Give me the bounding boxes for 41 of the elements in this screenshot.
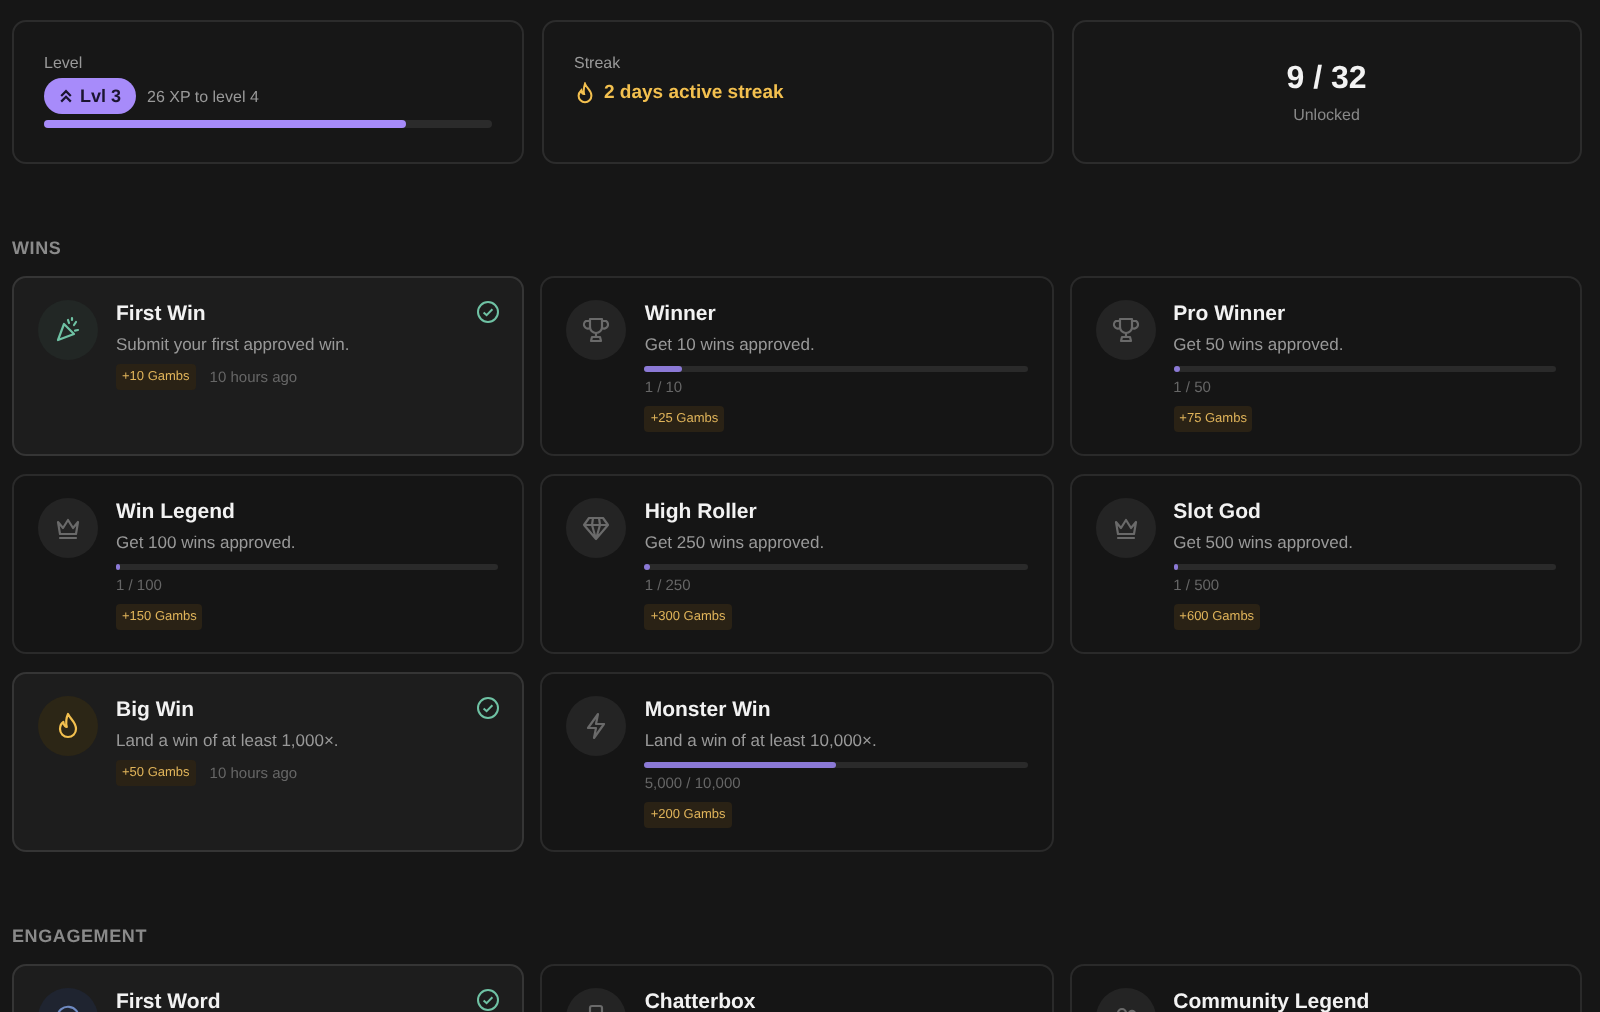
achievement-title: First Win [116, 302, 206, 326]
chevrons-up-icon [58, 88, 74, 104]
check-circle-icon [476, 300, 501, 324]
achievement-title: Community Legend [1173, 990, 1370, 1012]
achievement-description: Submit your first approved win. [116, 334, 350, 354]
section-title: WINS [12, 238, 64, 258]
achievement-title: Pro Winner [1173, 302, 1286, 326]
achievement-title: High Roller [644, 500, 757, 524]
unlocked-label: Unlocked [1293, 105, 1360, 123]
achievement-title: Chatterbox [644, 990, 756, 1012]
stat-label: Streak [574, 54, 621, 72]
xp-text: 26 XP to level 4 [147, 87, 259, 105]
level-badge: Lvl 3 [44, 78, 136, 114]
achievement-icon [38, 498, 98, 558]
unlocked-count: 9 / 32 [1286, 61, 1367, 97]
check-circle-icon [476, 696, 501, 720]
achievement-description: Get 10 wins approved. [644, 334, 815, 354]
flame-icon [574, 82, 596, 104]
achievement-icon [38, 300, 98, 360]
streak-text: 2 days active streak [604, 82, 784, 104]
stat-label: Level [44, 54, 83, 72]
achievement-description: Get 100 wins approved. [116, 532, 296, 552]
achievement-title: Big Win [116, 698, 194, 722]
achievement-title: Slot God [1173, 500, 1261, 524]
achievement-title: First Word [116, 990, 221, 1012]
achievement-title: Winner [644, 302, 716, 326]
achievement-description: Get 500 wins approved. [1173, 532, 1353, 552]
achievement-description: Get 50 wins approved. [1173, 334, 1344, 354]
achievement-icon [566, 300, 627, 360]
achievement-description: Land a win of at least 10,000×. [644, 730, 877, 750]
achievement-icon [566, 498, 627, 558]
achievement-icon [1095, 498, 1156, 558]
achievement-icon [566, 696, 627, 756]
achievement-title: Monster Win [644, 698, 771, 722]
achievement-description: Get 250 wins approved. [644, 532, 825, 552]
achievement-title: Win Legend [116, 500, 235, 524]
check-circle-icon [476, 988, 501, 1012]
section-title: ENGAGEMENT [12, 926, 150, 946]
achievement-description: Land a win of at least 1,000×. [116, 730, 339, 750]
achievement-icon [38, 696, 98, 756]
achievement-icon [1095, 300, 1156, 360]
